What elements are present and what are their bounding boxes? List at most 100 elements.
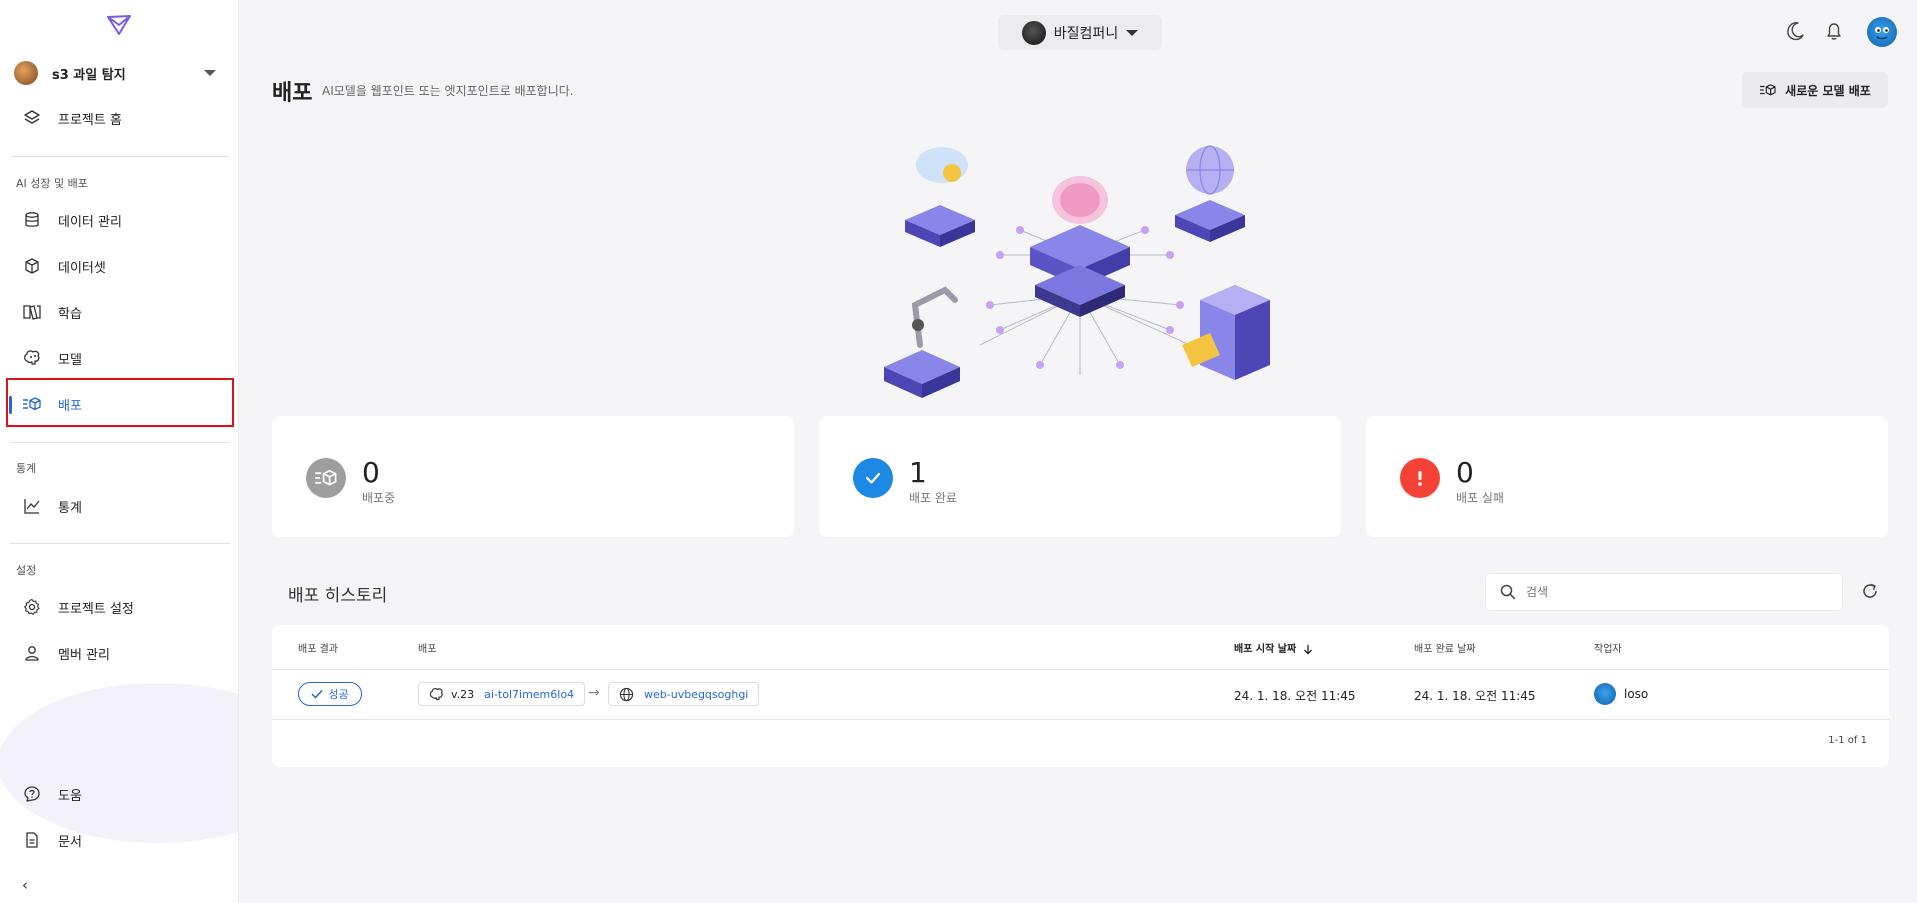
sidebar-item-label: 데이터 관리 [58,214,122,230]
sidebar-item-label: 문서 [58,834,82,850]
sidebar-item-data-management[interactable]: 데이터 관리 [8,200,232,240]
deploy-illustration [884,145,1270,398]
row-divider [272,719,1889,720]
column-header-result: 배포 결과 [298,644,338,655]
failed-count: 0 [1456,456,1474,489]
line-chart-icon [22,496,42,516]
brain-icon [429,687,443,700]
organization-avatar [1021,20,1046,45]
deploying-label: 배포중 [362,491,396,505]
status-badge[interactable]: 성공 [298,682,362,706]
organization-name: 바질컴퍼니 [1053,25,1119,42]
history-table: 배포 결과 배포 배포 시작 날짜 배포 완료 날짜 작업자 성공 v.23 a… [272,625,1889,767]
sidebar-item-docs[interactable]: 문서 [8,820,232,860]
model-version: v.23 [451,687,475,701]
user-icon [22,643,42,663]
help-icon [22,784,42,804]
chevron-down-icon [204,70,216,76]
app-logo-icon[interactable] [106,14,132,36]
sidebar-item-project-settings[interactable]: 프로젝트 설정 [8,587,232,627]
brain-icon [22,348,42,368]
header-divider [272,669,1889,670]
moon-icon[interactable] [1784,20,1806,42]
failed-label: 배포 실패 [1456,491,1504,505]
project-avatar [14,61,38,85]
user-avatar[interactable] [1867,17,1897,47]
globe-icon [619,687,634,701]
sidebar-item-dataset[interactable]: 데이터셋 [8,246,232,286]
sidebar-item-label: 학습 [58,306,82,322]
sort-arrow-down-icon [1303,644,1312,655]
document-icon [22,830,42,850]
model-chip[interactable]: v.23 ai-tol7imem6lo4 [418,682,586,706]
sidebar-item-label: 프로젝트 설정 [58,601,134,617]
sidebar-item-members[interactable]: 멤버 관리 [8,633,232,673]
section-label-settings: 설정 [16,564,37,577]
sidebar-item-help[interactable]: 도움 [8,774,232,814]
deploying-icon [306,458,346,498]
completed-count: 1 [909,456,927,489]
sidebar-decoration [0,683,238,843]
project-selector[interactable]: s3 과일 탐지 [14,58,224,88]
column-header-deploy: 배포 [418,644,437,655]
sidebar-item-training[interactable]: 학습 [8,292,232,332]
sidebar-item-stats[interactable]: 통계 [8,486,232,526]
refresh-icon[interactable] [1860,581,1880,601]
organization-selector[interactable]: 바질컴퍼니 [998,15,1162,50]
sidebar-divider [10,442,230,443]
completed-label: 배포 완료 [909,491,957,505]
bell-icon[interactable] [1823,20,1845,42]
database-icon [22,210,42,230]
sidebar-item-project-home[interactable]: 프로젝트 홈 [8,98,232,138]
worker-avatar [1594,683,1616,705]
model-id-link[interactable]: ai-tol7imem6lo4 [484,688,574,701]
history-title: 배포 히스토리 [288,586,388,606]
check-icon [853,458,893,498]
deploy-icon [1760,84,1776,96]
highlight-box [6,378,234,427]
sidebar-divider [10,543,230,544]
new-model-deploy-button[interactable]: 새로운 모델 배포 [1742,72,1888,108]
endpoint-link[interactable]: web-uvbegqsoghgi [644,688,748,701]
page-title: 배포 [272,81,313,106]
end-date-cell: 24. 1. 18. 오전 11:45 [1414,689,1536,703]
project-name: s3 과일 탐지 [52,67,126,83]
section-label-stats: 통계 [16,462,37,475]
search-box [1485,573,1843,611]
search-icon [1500,584,1516,600]
sidebar-item-label: 모델 [58,352,82,368]
alert-icon [1400,458,1440,498]
cube-icon [22,256,42,276]
gear-icon [22,597,42,617]
new-model-deploy-label: 새로운 모델 배포 [1785,83,1871,98]
column-header-worker: 작업자 [1594,644,1622,655]
book-icon [22,302,42,322]
stat-card-completed: 1 배포 완료 [819,416,1341,537]
arrow-right-icon: → [588,685,600,701]
endpoint-chip[interactable]: web-uvbegqsoghgi [608,682,760,706]
stat-card-failed: 0 배포 실패 [1366,416,1888,537]
check-icon [311,689,323,699]
status-text: 성공 [328,688,349,701]
pagination-info: 1-1 of 1 [1828,735,1867,746]
worker-cell: loso [1594,683,1648,705]
collapse-sidebar-icon[interactable]: ‹ [22,876,28,894]
sidebar-item-label: 멤버 관리 [58,647,110,663]
sidebar-item-label: 프로젝트 홈 [58,112,122,128]
deploying-count: 0 [362,456,380,489]
sidebar-item-label: 데이터셋 [58,260,106,276]
sidebar-divider [10,156,230,157]
column-header-end-date: 배포 완료 날짜 [1414,644,1476,655]
sidebar-item-label: 도움 [58,788,82,804]
column-header-start-date[interactable]: 배포 시작 날짜 [1234,640,1314,655]
search-input[interactable] [1526,585,1826,599]
start-date-cell: 24. 1. 18. 오전 11:45 [1234,689,1356,703]
layers-icon [22,108,42,128]
sidebar: s3 과일 탐지 프로젝트 홈 AI 성장 및 배포 데이터 관리 데이터셋 학… [0,0,239,903]
sidebar-item-model[interactable]: 모델 [8,338,232,378]
stat-card-deploying: 0 배포중 [272,416,794,537]
page-description: AI모델을 웹포인트 또는 엣지포인트로 배포합니다. [322,84,574,98]
sidebar-item-label: 통계 [58,500,82,516]
worker-name: loso [1624,687,1649,701]
chevron-down-icon [1126,29,1139,36]
